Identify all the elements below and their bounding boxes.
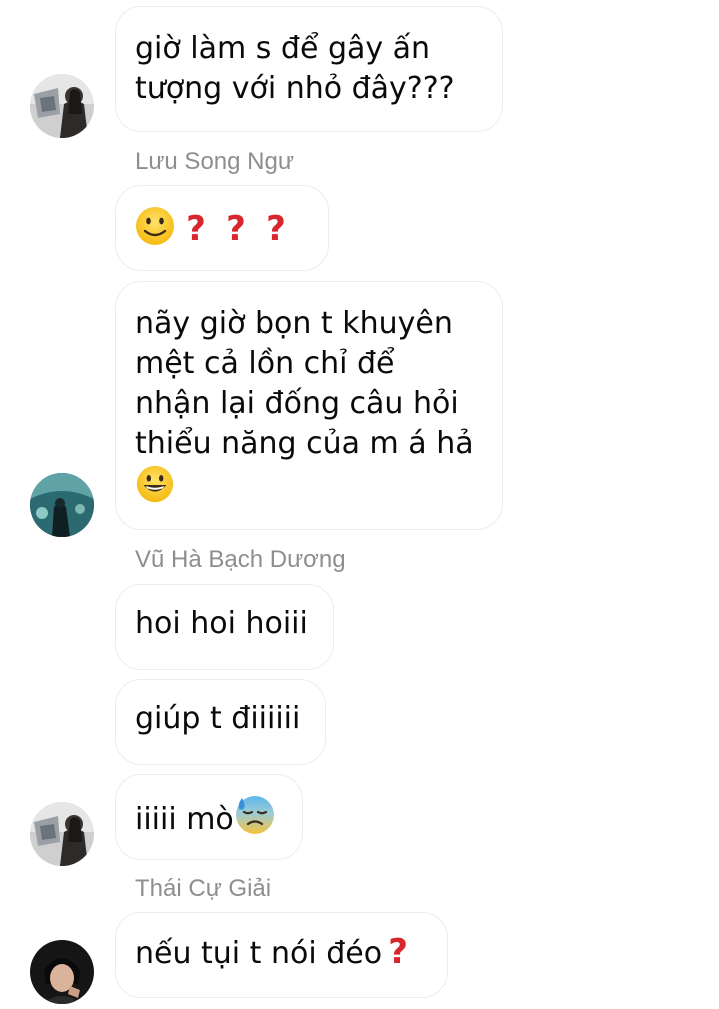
message-bubble[interactable]: hoi hoi hoiii [115, 584, 334, 670]
message-bubble[interactable]: giờ làm s để gây ấn tượng với nhỏ đây??? [115, 6, 503, 132]
message-bubble[interactable]: giúp t điiiiii [115, 679, 326, 765]
message-bubble[interactable]: nãy giờ bọn t khuyên mệt cả lồn chỉ để n… [115, 281, 503, 530]
avatar[interactable] [30, 940, 94, 1004]
emoji-row [135, 464, 482, 511]
message-text: hoi hoi hoiii [135, 606, 308, 641]
message-text: nãy giờ bọn t khuyên [135, 306, 453, 341]
message-text: mệt cả lồn chỉ để [135, 346, 395, 381]
sender-name: Vũ Hà Bạch Dương [135, 546, 346, 573]
question-mark-icon: ? [226, 209, 246, 249]
message-text: nhận lại đống câu hỏi [135, 386, 459, 421]
question-mark-icon: ? [388, 932, 408, 972]
grinning-face-icon [136, 465, 174, 503]
message-bubble[interactable]: ??? [115, 185, 329, 271]
message-text: giờ làm s để gây ấn [135, 31, 431, 66]
message-content: iiiii mò [135, 794, 282, 840]
message-bubble[interactable]: iiiii mò [115, 774, 303, 860]
message-content: nếu tụi t nói đéo? [135, 932, 427, 974]
sender-name: Thái Cự Giải [135, 875, 272, 902]
avatar[interactable] [30, 74, 94, 138]
message-text: thiểu năng của m á hả [135, 426, 474, 461]
message-text: nếu tụi t nói đéo [135, 936, 383, 971]
message-bubble[interactable]: nếu tụi t nói đéo? [115, 912, 448, 998]
message-text: iiiii mò [135, 802, 234, 837]
sender-name: Lưu Song Ngư [135, 148, 294, 175]
question-mark-icon: ? [186, 209, 206, 249]
anxious-face-with-sweat-icon [235, 796, 274, 834]
avatar[interactable] [30, 473, 94, 537]
emoji-row: ??? [134, 205, 308, 251]
slightly-smiling-face-icon [136, 207, 174, 245]
avatar[interactable] [30, 802, 94, 866]
message-text: giúp t điiiiii [135, 701, 301, 736]
message-text: tượng với nhỏ đây??? [135, 71, 455, 106]
question-mark-icon: ? [266, 209, 286, 249]
